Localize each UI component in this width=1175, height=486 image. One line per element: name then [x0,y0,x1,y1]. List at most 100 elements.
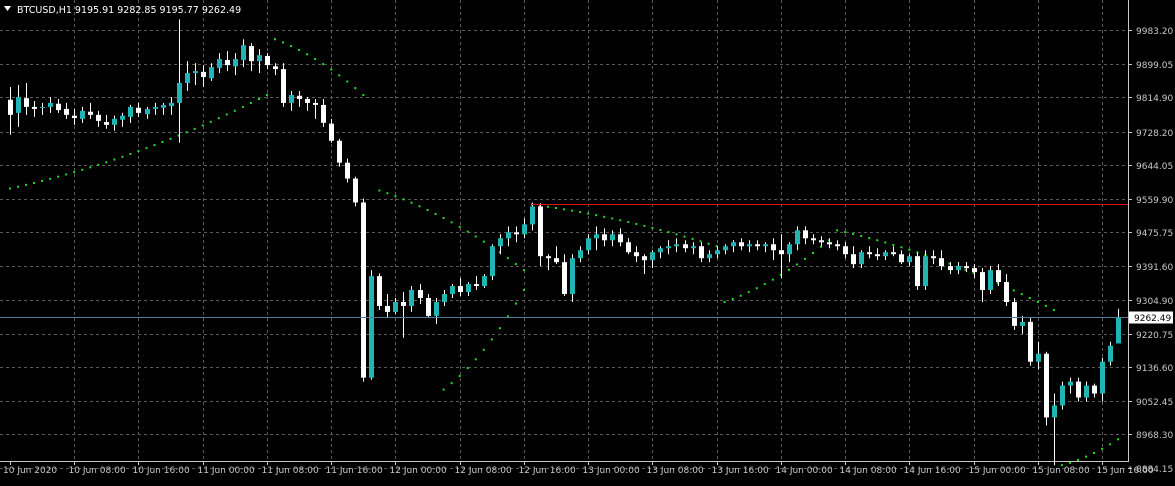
sar-dot [611,217,614,220]
sar-dot [1028,296,1031,299]
sar-dot [73,171,76,174]
chart-canvas[interactable]: 9983.20 9899.05 9814.90 9728.20 9644.05 9559.… [0,0,1175,482]
sar-dot [876,239,879,242]
candle-body-bull [586,238,591,251]
candle-body-bull [209,67,214,79]
candle-body-bull [1020,321,1025,326]
candle-body-bull [490,246,495,277]
candle-body-bull [48,102,53,107]
candle-body-bull [506,232,511,239]
candle-body-bull [787,244,792,255]
candle-body-bear [642,256,647,261]
candle-body-bull [522,224,527,235]
sar-dot [265,93,268,96]
candle-body-bear [249,46,254,62]
candle-body-bear [1076,381,1081,398]
candle-body-bear [546,256,551,259]
sar-dot [49,177,52,180]
sar-dot [314,58,317,61]
sar-dot [900,246,903,249]
sar-dot [97,163,100,166]
sar-dot [787,268,790,271]
candle-body-bear [353,178,358,203]
candle-body-bull [393,301,398,312]
sar-dot [185,131,188,134]
sar-dot [402,198,405,201]
sar-dot [506,257,509,260]
candle-body-bear [313,102,318,105]
sar-dot [490,338,493,341]
time-tick-label: 14 Jun 08:00 [840,466,897,476]
sar-dot [1068,461,1071,464]
sar-dot [707,242,710,245]
candle-body-bear [64,108,69,115]
sar-dot [466,230,469,233]
candle-body-bull [498,238,503,247]
sar-dot [89,166,92,169]
candle-body-bull [795,230,800,245]
time-tick-label: 14 Jun 00:00 [776,466,833,476]
candle-body-bear [514,232,519,235]
price-chart[interactable]: 9983.20 9899.05 9814.90 9728.20 9644.05 9559.… [0,0,1175,482]
candle-body-bear [803,230,808,239]
sar-dot [844,231,847,234]
time-tick-label: 12 Jun 00:00 [390,466,447,476]
candle-body-bull [1100,361,1105,394]
candle-body-bull [1108,345,1113,362]
candle-body-bull [369,276,374,378]
candle-body-bull [153,106,158,109]
sar-dot [225,113,228,116]
sar-dot [394,195,397,198]
sar-dot [233,109,236,112]
candle-body-bull [674,244,679,247]
price-tick-label: 9644.05 [1136,162,1173,172]
sar-dot [498,327,501,330]
candle-body-bull [185,73,190,84]
sar-dot [482,240,485,243]
sar-dot [169,137,172,140]
candle-body-bull [112,118,117,125]
sar-dot [571,209,574,212]
candle-body-bull [1060,385,1065,406]
sar-dot [145,147,148,150]
sar-dot [17,185,20,188]
symbol-ohlc-readout: BTCUSD,H1 9195.91 9282.85 9195.77 9262.4… [17,5,241,16]
sar-dot [747,291,750,294]
candle-body-bear [418,290,423,298]
candle-body-bull [723,246,728,251]
sar-dot [410,201,413,204]
candle-body-bull [1084,385,1089,398]
candle-body-bear [851,254,856,265]
candle-body-bear [56,103,61,111]
candle-body-bull [16,96,21,113]
candle-body-bear [618,234,623,243]
candle-body-bull [145,108,150,115]
candle-body-bear [225,59,230,66]
candle-body-bull [217,59,222,68]
sar-dot [1093,451,1096,454]
sar-dot [675,233,678,236]
candle-body-bear [401,301,406,306]
sar-dot [306,53,309,56]
price-tick-label: 9814.90 [1136,94,1173,104]
current-price-label: 9262.49 [1134,314,1171,324]
sar-dot [426,208,429,211]
candle-body-bear [843,246,848,255]
candle-body-bull [731,242,736,247]
sar-dot [1085,455,1088,458]
candle-body-bear [104,122,109,125]
sar-dot [201,124,204,127]
candle-body-bull [570,258,575,295]
candle-body-bull [241,45,246,60]
sar-dot [442,388,445,391]
sar-dot [1020,293,1023,296]
sar-dot [386,192,389,195]
candle-body-bull [120,115,125,120]
candle-body-bear [939,258,944,267]
time-tick-label: 11 Jun 00:00 [198,466,255,476]
sar-dot [474,358,477,361]
sar-dot [555,207,558,210]
candle-body-bull [956,266,961,271]
time-tick-label: 11 Jun 08:00 [262,466,319,476]
candle-body-bear [474,284,479,287]
